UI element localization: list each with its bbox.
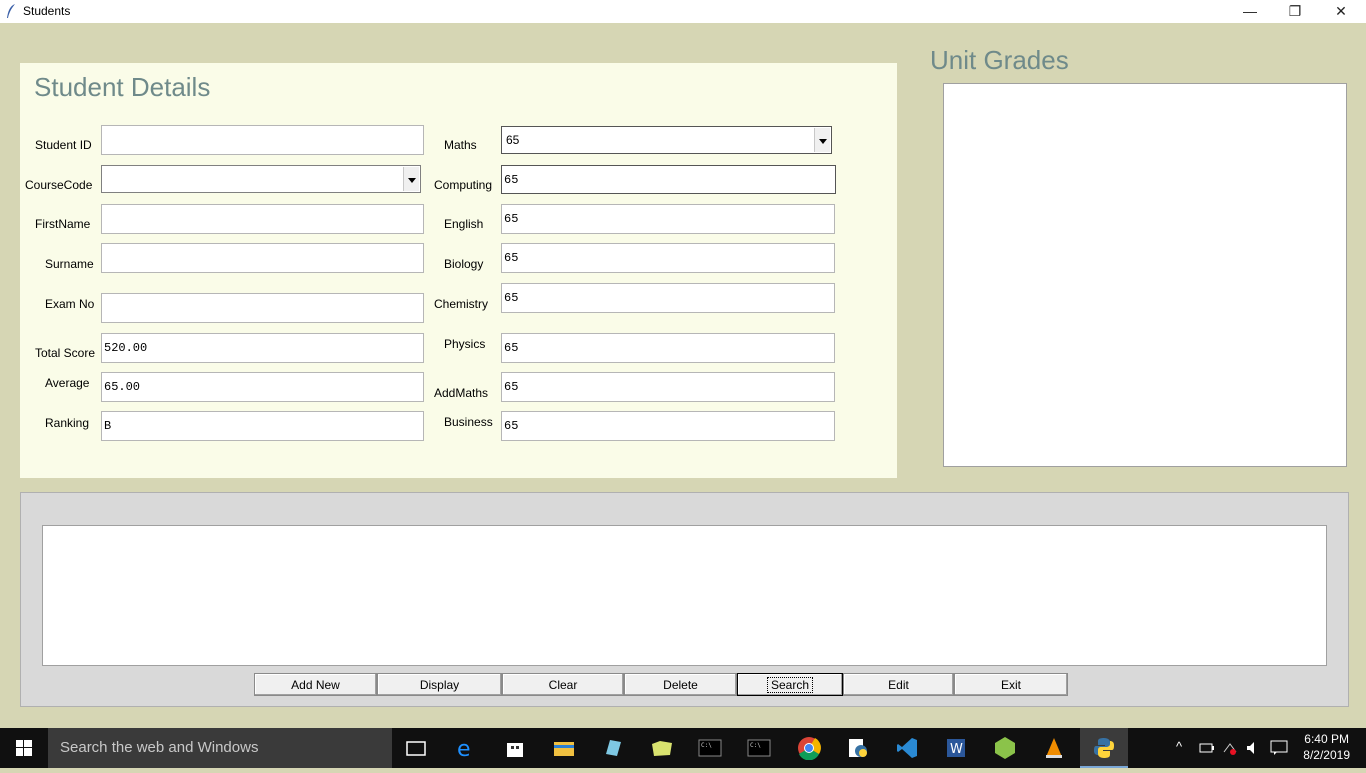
windows-logo-icon — [16, 740, 32, 756]
terminal-icon[interactable]: C:\ — [747, 736, 771, 760]
svg-text:e: e — [457, 737, 471, 760]
svg-text:C:\: C:\ — [701, 742, 712, 749]
python-app-task[interactable] — [1080, 728, 1128, 768]
first-name-label: FirstName — [35, 217, 91, 231]
exam-no-label: Exam No — [45, 297, 95, 311]
ranking-field[interactable]: B — [101, 411, 424, 441]
english-field[interactable]: 65 — [501, 204, 835, 234]
vscode-icon[interactable] — [895, 736, 919, 760]
physics-label: Physics — [444, 337, 486, 351]
tray-expand-icon[interactable]: ^ — [1176, 739, 1182, 754]
student-id-field[interactable] — [101, 125, 424, 155]
delete-button[interactable]: Delete — [624, 673, 737, 696]
chevron-down-icon[interactable] — [403, 167, 419, 191]
unit-grades-title: Unit Grades — [930, 45, 1069, 75]
computing-field[interactable]: 65 — [501, 165, 836, 194]
store-icon[interactable] — [503, 736, 527, 760]
clear-label: Clear — [548, 678, 578, 692]
biology-label: Biology — [444, 257, 484, 271]
first-name-field[interactable] — [101, 204, 424, 234]
start-button[interactable] — [0, 728, 48, 768]
terminal-icon[interactable]: C:\ — [698, 736, 722, 760]
clear-button[interactable]: Clear — [502, 673, 624, 696]
svg-text:W: W — [950, 742, 963, 757]
delete-label: Delete — [663, 678, 698, 692]
file-explorer-icon[interactable] — [552, 736, 576, 760]
computing-label: Computing — [434, 178, 493, 192]
maths-label: Maths — [444, 138, 477, 152]
app-icon[interactable] — [601, 736, 625, 760]
course-code-combobox[interactable] — [101, 165, 421, 193]
biology-field[interactable]: 65 — [501, 243, 835, 273]
close-button[interactable]: ✕ — [1318, 0, 1364, 23]
average-label: Average — [45, 376, 90, 390]
display-label: Display — [419, 678, 460, 692]
unit-grades-textbox[interactable] — [943, 83, 1347, 467]
total-score-field[interactable]: 520.00 — [101, 333, 424, 363]
addmaths-field[interactable]: 65 — [501, 372, 835, 402]
edge-icon[interactable]: e — [454, 736, 478, 760]
python-file-icon[interactable] — [846, 736, 870, 760]
taskbar-clock[interactable]: 6:40 PM 8/2/2019 — [1303, 731, 1350, 763]
title-bar: Students — ❐ ✕ — [0, 0, 1366, 23]
search-button[interactable]: Search — [737, 673, 843, 696]
maximize-button[interactable]: ❐ — [1272, 0, 1318, 23]
network-icon[interactable] — [1222, 740, 1238, 756]
course-code-label: CourseCode — [25, 178, 93, 192]
total-score-label: Total Score — [35, 346, 96, 360]
records-listbox[interactable] — [42, 525, 1327, 666]
addmaths-label: AddMaths — [434, 386, 489, 400]
cube-icon[interactable] — [993, 736, 1017, 760]
student-details-title: Student Details — [34, 72, 211, 102]
exam-no-field[interactable] — [101, 293, 424, 323]
edit-label: Edit — [888, 678, 909, 692]
folder-icon[interactable] — [650, 736, 674, 760]
chevron-down-icon[interactable] — [814, 128, 830, 152]
notifications-icon[interactable] — [1270, 740, 1288, 756]
word-icon[interactable]: W — [944, 736, 968, 760]
add-new-button[interactable]: Add New — [254, 673, 377, 696]
svg-text:C:\: C:\ — [750, 742, 761, 749]
task-view-icon[interactable] — [404, 736, 428, 760]
taskbar-search-input[interactable]: Search the web and Windows — [48, 728, 392, 768]
exit-button[interactable]: Exit — [954, 673, 1068, 696]
edit-button[interactable]: Edit — [843, 673, 954, 696]
python-icon — [1094, 738, 1114, 758]
english-label: English — [444, 217, 484, 231]
chemistry-field[interactable]: 65 — [501, 283, 835, 313]
surname-field[interactable] — [101, 243, 424, 273]
search-label: Search — [766, 677, 814, 693]
business-label: Business — [444, 415, 493, 429]
surname-label: Surname — [45, 257, 94, 271]
add-new-label: Add New — [291, 678, 340, 692]
app-feather-icon — [7, 4, 15, 18]
volume-icon[interactable] — [1245, 740, 1261, 756]
display-button[interactable]: Display — [377, 673, 502, 696]
vlc-icon[interactable] — [1042, 736, 1066, 760]
chrome-icon[interactable] — [797, 736, 821, 760]
minimize-button[interactable]: — — [1227, 0, 1273, 23]
physics-field[interactable]: 65 — [501, 333, 835, 363]
clock-date: 8/2/2019 — [1303, 748, 1350, 762]
chemistry-label: Chemistry — [434, 297, 489, 311]
ranking-label: Ranking — [45, 416, 90, 430]
student-id-label: Student ID — [35, 138, 92, 152]
exit-label: Exit — [1000, 678, 1021, 692]
maths-combobox[interactable]: 65 — [501, 126, 832, 154]
battery-icon[interactable] — [1199, 740, 1215, 756]
maths-value: 65 — [506, 133, 520, 147]
average-field[interactable]: 65.00 — [101, 372, 424, 402]
clock-time: 6:40 PM — [1304, 732, 1349, 746]
business-field[interactable]: 65 — [501, 411, 835, 441]
window-title: Students — [23, 4, 71, 18]
